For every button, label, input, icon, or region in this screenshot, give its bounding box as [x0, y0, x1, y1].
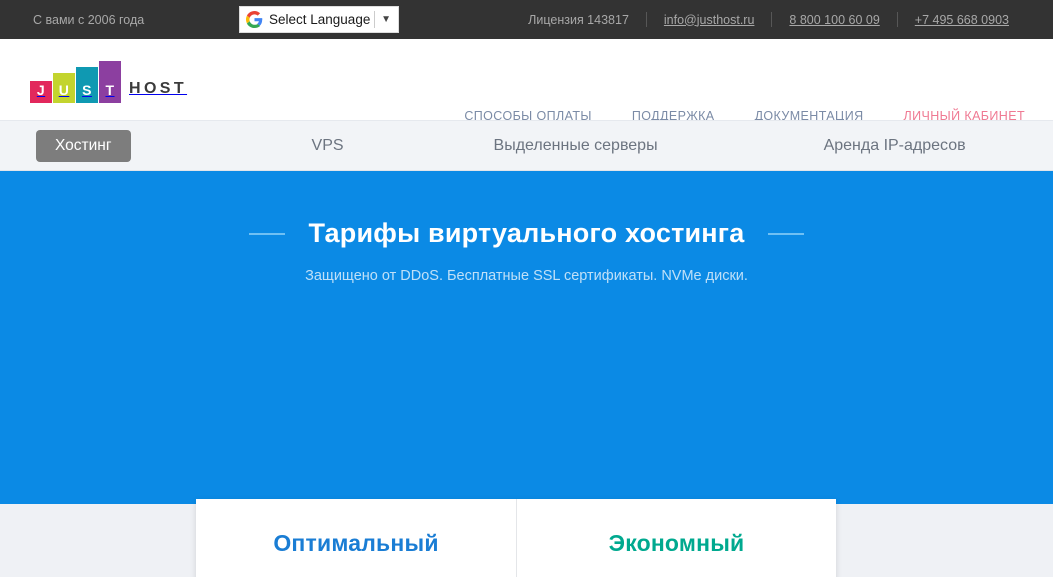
logo-bars: J U S T [30, 61, 122, 103]
separator [374, 11, 376, 28]
logo-bar-u: U [53, 73, 75, 103]
logo-bar-j: J [30, 81, 52, 103]
license-number: Лицензия 143817 [528, 12, 629, 27]
plan-title: Оптимальный [273, 530, 439, 556]
phone-moscow-link[interactable]: +7 495 668 0903 [898, 13, 1026, 27]
site-logo[interactable]: J U S T HOST [30, 61, 187, 103]
product-navigation-bar: Хостинг VPS Выделенные серверы Аренда IP… [0, 120, 1053, 171]
logo-letter-t: T [105, 82, 115, 98]
logo-wordmark: HOST [129, 80, 188, 97]
logo-bar-t: T [99, 61, 121, 103]
tagline: С вами с 2006 года [33, 12, 145, 27]
hero-section: Тарифы виртуального хостинга Защищено от… [0, 171, 1053, 577]
logo-letter-u: U [58, 82, 70, 98]
subnav-item-dedicated-servers[interactable]: Выделенные серверы [494, 137, 658, 155]
email-link[interactable]: info@justhost.ru [647, 13, 772, 27]
logo-letter-s: S [82, 82, 92, 98]
site-header: J U S T HOST СПОСОБЫ ОПЛАТЫ ПОДДЕРЖКА ДО… [0, 39, 1053, 123]
hero-heading-group: Тарифы виртуального хостинга [0, 218, 1053, 249]
page-title: Тарифы виртуального хостинга [308, 218, 745, 248]
chevron-down-icon[interactable]: ▼ [381, 14, 391, 25]
decorative-dash-left [248, 232, 285, 235]
top-utility-bar: С вами с 2006 года Select Language ▼ Лиц… [0, 0, 1053, 39]
phone-tollfree-link[interactable]: 8 800 100 60 09 [772, 13, 896, 27]
pricing-card-optimal[interactable]: Оптимальный Идеальный баланс для хостинг… [196, 499, 516, 577]
contact-info-group: Лицензия 143817 info@justhost.ru 8 800 1… [511, 12, 1026, 27]
subnav-item-hosting[interactable]: Хостинг [36, 129, 131, 162]
plan-title: Экономный [608, 530, 745, 556]
decorative-dash-right [768, 232, 805, 235]
hero-subtitle: Защищено от DDoS. Бесплатные SSL сертифи… [305, 268, 748, 284]
pricing-cards-container: Оптимальный Идеальный баланс для хостинг… [196, 499, 836, 577]
google-translate-select[interactable]: Select Language ▼ [239, 6, 399, 33]
logo-letter-j: J [36, 82, 46, 98]
subnav-item-vps[interactable]: VPS [312, 137, 344, 155]
subnav-item-ip-rental[interactable]: Аренда IP-адресов [824, 137, 966, 155]
google-translate-label: Select Language [269, 12, 371, 27]
logo-bar-s: S [76, 67, 98, 103]
pricing-card-economy[interactable]: Экономный Гибкий хостинг без ограничения… [516, 499, 836, 577]
google-g-icon [246, 11, 263, 28]
